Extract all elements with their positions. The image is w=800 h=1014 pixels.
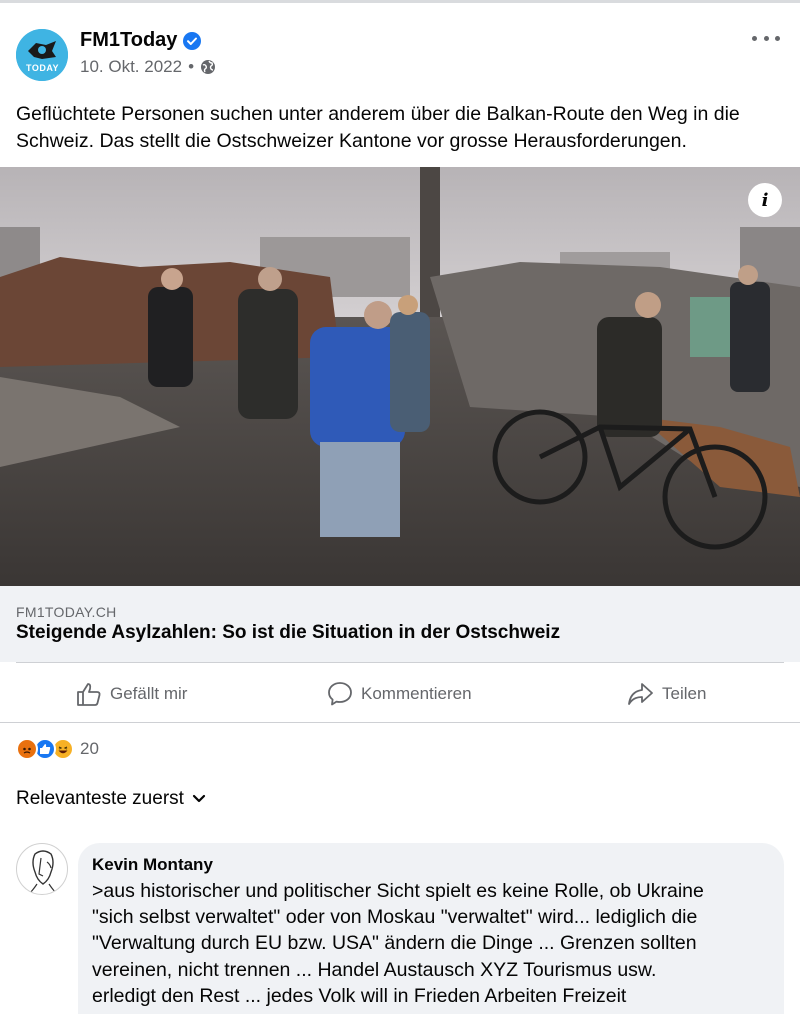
like-label: Gefällt mir [110, 684, 188, 703]
fm1today-logo-icon [16, 29, 68, 81]
sketch-face-icon [28, 850, 58, 894]
share-label: Teilen [662, 684, 707, 703]
comment-button[interactable]: Kommentieren [327, 676, 472, 712]
divider [16, 662, 784, 663]
author-name[interactable]: FM1Today [80, 29, 177, 52]
thumbs-up-icon [77, 683, 101, 706]
like-button[interactable]: Gefällt mir [76, 676, 187, 712]
reactions-summary[interactable]: 20 [16, 738, 99, 760]
link-title[interactable]: Steigende Asylzahlen: So ist die Situati… [16, 622, 560, 644]
globe-icon [201, 60, 216, 74]
verified-badge-icon [183, 31, 202, 50]
dot-icon [775, 35, 780, 41]
post-meta: 10. Okt. 2022 • [80, 57, 216, 77]
post-date[interactable]: 10. Okt. 2022 [80, 57, 182, 77]
share-button[interactable]: Teilen [627, 676, 706, 712]
comment-line: "Verwaltung durch EU bzw. USA" ändern di… [92, 932, 697, 955]
link-preview-image[interactable] [0, 167, 800, 586]
reaction-count: 20 [80, 739, 99, 758]
chevron-down-icon [192, 794, 206, 803]
divider [0, 722, 800, 723]
post-text: Geflüchtete Personen suchen unter andere… [16, 103, 740, 152]
top-divider [0, 0, 800, 3]
page-avatar[interactable]: TODAY [16, 29, 68, 81]
destroyed-street-photo [0, 167, 800, 586]
comment-line: vereinen, nicht trennen ... Handel Austa… [92, 958, 657, 981]
post-author[interactable]: FM1Today [80, 29, 202, 52]
info-icon: i [761, 189, 769, 211]
dot-icon [763, 35, 769, 41]
comment-text: >aus historischer und politischer Sicht … [92, 878, 768, 1009]
share-arrow-icon [628, 683, 653, 705]
avatar-logo-text: TODAY [26, 63, 60, 73]
more-options-button[interactable] [752, 28, 780, 48]
comment-line: "sich selbst verwaltet" oder von Moskau … [92, 906, 698, 929]
info-button[interactable]: i [748, 183, 782, 217]
comment-label: Kommentieren [361, 684, 472, 703]
comment-sort-dropdown[interactable]: Relevanteste zuerst [16, 788, 206, 810]
link-domain: FM1TODAY.CH [16, 604, 117, 620]
meta-separator: • [188, 57, 195, 76]
comment-bubble-icon [328, 682, 352, 706]
angry-reaction-icon [16, 738, 38, 760]
comment-line: erledigt den Rest ... jedes Volk will in… [92, 984, 627, 1007]
commenter-name[interactable]: Kevin Montany [92, 855, 213, 875]
dot-icon [752, 35, 757, 41]
comment-line: >aus historischer und politischer Sicht … [92, 880, 704, 902]
commenter-avatar[interactable] [16, 843, 68, 895]
sort-label: Relevanteste zuerst [16, 788, 184, 809]
